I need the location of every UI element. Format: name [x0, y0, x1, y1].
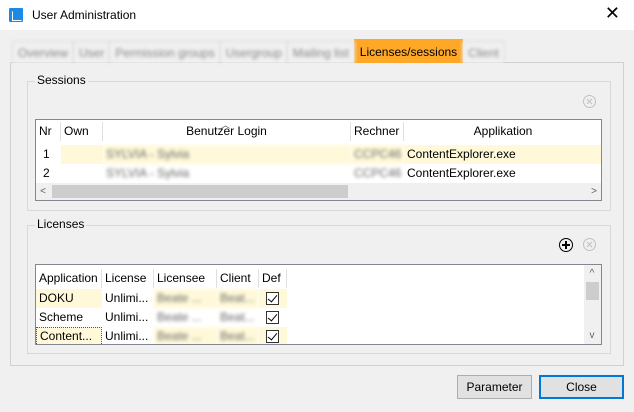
- table-row-own[interactable]: [61, 145, 103, 164]
- table-row-nr[interactable]: 2: [40, 164, 60, 183]
- licenses-group: Licenses Application License Licensee Cl…: [27, 217, 611, 354]
- tab-licenses-sessions[interactable]: Licenses/sessions: [353, 39, 464, 63]
- tab-user[interactable]: User: [73, 41, 111, 63]
- title-bar: User Administration ✕: [0, 0, 634, 30]
- table-row-app[interactable]: ContentExplorer.exe: [404, 164, 601, 183]
- app-icon: [9, 8, 23, 22]
- add-license-icon[interactable]: [559, 238, 573, 252]
- tab-usergroup[interactable]: Usergroup: [219, 41, 288, 63]
- table-row-rechner[interactable]: CCPC46: [351, 164, 404, 183]
- table-row-client[interactable]: Beat...: [217, 327, 259, 344]
- column-header-benutzer-login[interactable]: Benutzer Login: [103, 122, 351, 141]
- table-row-licensee[interactable]: Beate ...: [154, 327, 217, 344]
- licenses-group-label: Licenses: [35, 217, 87, 231]
- checkbox-checked-icon[interactable]: [266, 330, 279, 343]
- table-row-license[interactable]: Unlimi...: [102, 327, 154, 344]
- scroll-left-icon[interactable]: <: [36, 183, 50, 200]
- scrollbar-thumb[interactable]: [586, 282, 599, 300]
- table-row-application[interactable]: Scheme: [36, 308, 102, 327]
- column-header-nr[interactable]: Nr: [36, 122, 61, 141]
- remove-session-icon[interactable]: [583, 95, 596, 108]
- table-row-license[interactable]: Unlimi...: [102, 308, 154, 327]
- column-header-licensee[interactable]: Licensee: [154, 269, 217, 288]
- tab-client[interactable]: Client: [462, 41, 505, 63]
- table-row-licensee[interactable]: Beate ...: [154, 308, 217, 327]
- table-row-rechner[interactable]: CCPC46: [351, 145, 404, 164]
- checkbox-checked-icon[interactable]: [266, 311, 279, 324]
- parameter-button[interactable]: Parameter: [457, 375, 532, 399]
- licenses-vscrollbar[interactable]: ^ v: [584, 265, 601, 344]
- scroll-right-icon[interactable]: >: [587, 183, 601, 200]
- scrollbar-thumb[interactable]: [52, 185, 348, 198]
- table-row-nr[interactable]: 1: [40, 145, 60, 164]
- window-title: User Administration: [32, 8, 137, 22]
- table-row-login[interactable]: SYLVIA - Sylvia: [103, 164, 351, 183]
- scroll-up-icon[interactable]: ^: [585, 265, 599, 282]
- sessions-group-label: Sessions: [35, 73, 88, 87]
- tab-overview[interactable]: Overview: [12, 41, 75, 63]
- sessions-table: Nr Own ︿ Benutzer Login Rechner Applikat…: [35, 119, 602, 201]
- licenses-table: Application License Licensee Client Def …: [35, 264, 602, 345]
- table-row-licensee[interactable]: Beate ...: [154, 289, 217, 308]
- close-button[interactable]: Close: [539, 375, 624, 399]
- tab-permission-groups[interactable]: Permission groups: [109, 41, 221, 63]
- sessions-group: Sessions Nr Own ︿ Benutzer Login Rechner…: [27, 73, 611, 211]
- table-row-login[interactable]: SYLVIA - Sylvia: [103, 145, 351, 164]
- table-row-client[interactable]: Beat...: [217, 308, 259, 327]
- column-header-def[interactable]: Def: [259, 269, 287, 288]
- column-header-client[interactable]: Client: [217, 269, 259, 288]
- column-header-rechner[interactable]: Rechner: [351, 122, 404, 141]
- checkbox-checked-icon[interactable]: [266, 292, 279, 305]
- table-row-client[interactable]: Beat...: [217, 289, 259, 308]
- tab-mailing-list[interactable]: Mailing list: [286, 41, 355, 63]
- column-header-license[interactable]: License: [102, 269, 154, 288]
- scroll-down-icon[interactable]: v: [585, 327, 599, 344]
- window-close-icon[interactable]: ✕: [605, 4, 620, 24]
- table-row-application[interactable]: Content...: [36, 327, 102, 344]
- sessions-hscrollbar[interactable]: < >: [36, 183, 601, 200]
- remove-license-icon[interactable]: [583, 238, 596, 251]
- table-row-application[interactable]: DOKU: [36, 289, 102, 308]
- column-header-applikation[interactable]: Applikation: [404, 122, 601, 141]
- table-row-own[interactable]: [61, 164, 103, 183]
- column-header-application[interactable]: Application: [36, 269, 102, 288]
- tab-strip: Overview User Permission groups Usergrou…: [12, 39, 505, 63]
- table-row-license[interactable]: Unlimi...: [102, 289, 154, 308]
- table-row-app[interactable]: ContentExplorer.exe: [404, 145, 601, 164]
- column-header-own[interactable]: Own: [61, 122, 103, 141]
